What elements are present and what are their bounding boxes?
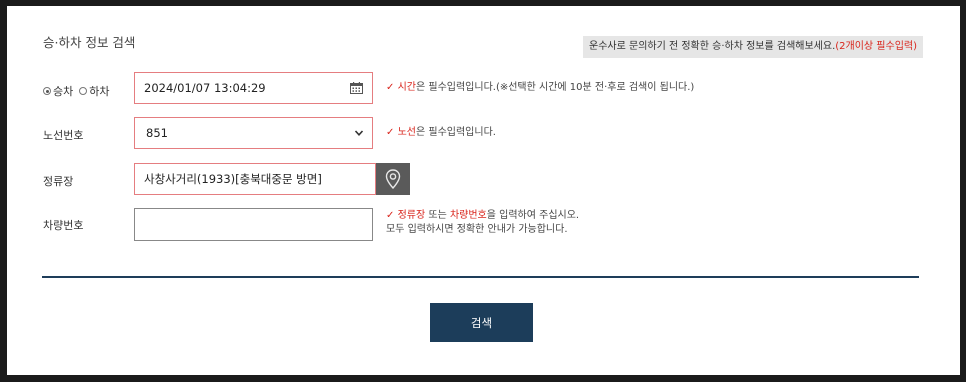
vehicle-hint-key-stop: 정류장: [397, 210, 426, 221]
map-pin-icon: [385, 169, 401, 189]
route-label: 노선번호: [43, 129, 84, 142]
route-select[interactable]: 851: [134, 117, 373, 149]
vehicle-hint-mid: 또는: [425, 210, 450, 221]
radio-board-indicator[interactable]: [43, 87, 51, 95]
datetime-input[interactable]: 2024/01/07 13:04:29: [134, 72, 373, 104]
radio-board[interactable]: 승차: [43, 83, 73, 99]
vehicle-hint-text: 을 입력하여 주십시오.: [486, 210, 580, 221]
vehicle-label: 차량번호: [43, 219, 84, 232]
notice-box: 운수사로 문의하기 전 정확한 승·하차 정보를 검색해보세요.(2개이상 필수…: [583, 36, 923, 58]
section-title: 승·하차 정보 검색: [43, 35, 136, 50]
time-hint: ✓ 시간은 필수입력입니다.(※선택한 시간에 10분 전·후로 검색이 됩니다…: [386, 81, 694, 95]
map-search-button[interactable]: [376, 163, 410, 195]
vehicle-hint-line2: 모두 입력하시면 정확한 안내가 가능합니다.: [386, 224, 568, 235]
route-hint-text: 은 필수입력입니다.: [415, 127, 496, 138]
radio-alight-label: 하차: [89, 85, 110, 98]
calendar-icon[interactable]: [350, 82, 363, 94]
datetime-value: 2024/01/07 13:04:29: [144, 81, 266, 95]
vehicle-input[interactable]: [134, 208, 373, 241]
stop-input[interactable]: 사창사거리(1933)[충북대중문 방면]: [134, 163, 376, 195]
route-hint-key: 노선: [397, 127, 416, 138]
notice-required: (2개이상 필수입력): [835, 41, 917, 52]
search-panel: 승·하차 정보 검색 운수사로 문의하기 전 정확한 승·하차 정보를 검색해보…: [7, 6, 960, 375]
notice-text: 운수사로 문의하기 전 정확한 승·하차 정보를 검색해보세요.: [589, 41, 836, 52]
stop-label: 정류장: [43, 175, 74, 188]
radio-alight-indicator[interactable]: [79, 87, 88, 95]
vehicle-hint: ✓ 정류장 또는 차량번호을 입력하여 주십시오. 모두 입력하시면 정확한 안…: [386, 209, 579, 237]
radio-board-label: 승차: [53, 85, 74, 98]
stop-value: 사창사거리(1933)[충북대중문 방면]: [144, 172, 322, 186]
route-hint-check: ✓: [386, 127, 395, 138]
divider: [42, 276, 919, 278]
vehicle-hint-key-vehicle: 차량번호: [449, 210, 487, 221]
chevron-down-icon[interactable]: [354, 128, 364, 138]
radio-alight[interactable]: 하차: [79, 83, 110, 99]
route-selected-value: 851: [146, 126, 168, 140]
route-hint: ✓ 노선은 필수입력입니다.: [386, 126, 496, 140]
vehicle-hint-line1: ✓ 정류장 또는 차량번호을 입력하여 주십시오.: [386, 209, 579, 223]
time-hint-text: 은 필수입력입니다.(※선택한 시간에 10분 전·후로 검색이 됩니다.): [415, 82, 695, 93]
search-button[interactable]: 검색: [430, 303, 533, 342]
time-hint-key: 시간: [397, 82, 416, 93]
time-hint-check: ✓: [386, 82, 395, 93]
board-alight-radio-group: 승차 하차: [43, 83, 116, 99]
vehicle-hint-check: ✓: [386, 210, 395, 221]
